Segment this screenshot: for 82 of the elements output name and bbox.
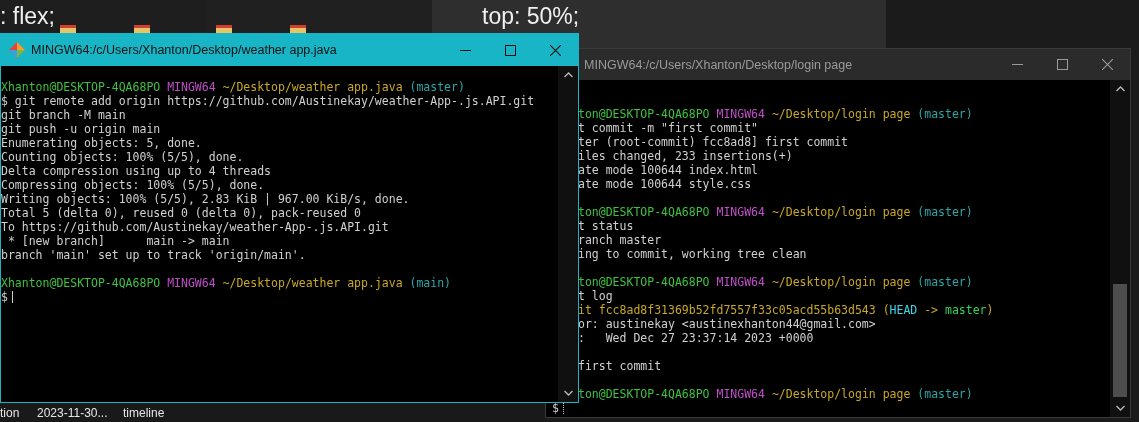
scroll-up-icon [1115, 86, 1125, 92]
terminal-text: Xhanton@DESKTOP-4QA68PO [1, 80, 161, 94]
terminal-text: MINGW64 [715, 205, 765, 219]
terminal-text: ate mode 100644 style.css [578, 177, 752, 191]
terminal-text: Total 5 (delta 0), reused 0 (delta 0), pack-reused 0 [1, 206, 362, 220]
terminal-text: -> [923, 303, 940, 317]
terminal-text: (master) [916, 387, 973, 401]
terminal-text: iles changed, 233 insertions(+) [578, 149, 793, 163]
terminal-text: Delta compression using up to 4 threads [1, 164, 272, 178]
terminal-text: ~/Desktop/login page [770, 387, 911, 401]
scrollbar-thumb[interactable] [1113, 284, 1127, 397]
terminal-text: ton@DESKTOP-4QA68PO [578, 387, 710, 401]
terminal-text: ton@DESKTOP-4QA68PO [578, 205, 710, 219]
scrollbar[interactable] [1110, 80, 1130, 417]
terminal-text: ton@DESKTOP-4QA68PO [578, 275, 710, 289]
terminal-text: Xhanton@DESKTOP-4QA68PO [1, 276, 161, 290]
terminal-text: ing to commit, working tree clean [578, 247, 807, 261]
text-cursor [11, 291, 13, 303]
terminal-text: t log [578, 289, 613, 303]
terminal-text: To https://github.com/Austinekay/weather-App-.js.API.git [1, 220, 389, 234]
terminal-text: Counting objects: 100% (5/5), done. [1, 150, 244, 164]
terminal-text: git branch -M main [1, 108, 126, 122]
terminal-text: master [944, 303, 987, 317]
scrollbar[interactable] [558, 66, 578, 402]
terminal-text: HEAD [889, 303, 918, 317]
terminal-text: (master) [916, 275, 973, 289]
terminal-text: ) [986, 303, 994, 317]
terminal-text: ton@DESKTOP-4QA68PO [578, 107, 710, 121]
terminal-text: ~/Desktop/login page [770, 107, 911, 121]
terminal-text: $ git remote add origin https://github.com/Austinekay/weather-App-.js.API.git [1, 94, 535, 108]
terminal-text: git push -u origin main [1, 122, 161, 136]
text-cursor [562, 402, 564, 414]
terminal-text: ~/Desktop/login page [770, 275, 911, 289]
maximize-icon [1057, 59, 1068, 70]
terminal-text: * [new branch] main -> main [6, 234, 230, 248]
terminal-text: ~/Desktop/login page [770, 205, 911, 219]
terminal-text: ~/Desktop/weather app.java [221, 276, 403, 290]
diamond-logo-icon [9, 42, 25, 58]
terminal-text: first commit [578, 359, 662, 373]
prompt-symbol: $ [1, 290, 8, 304]
file-icon[interactable] [134, 25, 150, 33]
minimize-icon [460, 49, 471, 51]
terminal-text: Writing objects: 100% (5/5), 2.83 KiB | 967.00 KiB/s, done. [1, 192, 410, 206]
code-text: : flex; [0, 3, 55, 29]
scroll-down-icon [563, 390, 573, 396]
close-icon [1102, 59, 1113, 70]
terminal-text: branch 'main' set up to track 'origin/main'. [1, 248, 306, 262]
terminal-text: ate mode 100644 index.html [578, 163, 758, 177]
scroll-down-icon [1115, 405, 1125, 411]
prompt-symbol: $ [552, 401, 559, 415]
terminal-text: (main) [408, 276, 452, 290]
terminal-text: Compressing objects: 100% (5/5), done. [1, 178, 265, 192]
terminal-text: MINGW64 [715, 107, 765, 121]
terminal-text: ranch master [578, 233, 662, 247]
file-detail-text: timeline [123, 405, 166, 420]
terminal-text: ~/Desktop/weather app.java [221, 80, 403, 94]
file-icon[interactable] [60, 25, 76, 33]
terminal-text: MINGW64 [715, 387, 765, 401]
terminal-text: (master) [408, 80, 465, 94]
terminal-text: MINGW64 [166, 276, 216, 290]
scroll-up-icon [563, 72, 573, 78]
terminal-text: (master) [916, 107, 973, 121]
file-icon[interactable] [290, 25, 306, 33]
terminal-text: MINGW64 [715, 275, 765, 289]
window-title: MINGW64:/c/Users/Xhanton/Desktop/weather app.java [31, 43, 338, 57]
terminal-text: ter (root-commit) fcc8ad8] first commit [578, 135, 849, 149]
window-title: MINGW64:/c/Users/Xhanton/Desktop/login page [584, 57, 854, 72]
terminal-text: : Wed Dec 27 23:37:14 2023 +0000 [578, 331, 814, 345]
terminal-text: or: austinekay <austinexhanton44@gmail.com> [578, 317, 876, 331]
terminal-text: t status [578, 219, 634, 233]
maximize-icon [505, 44, 516, 56]
terminal-text: it fcc8ad8f31369b52fd7557f33c05acd55b63d543 ( [578, 303, 890, 317]
code-text: top: 50%; [482, 3, 580, 29]
file-detail-text: tion [0, 405, 21, 420]
minimize-icon [1012, 64, 1023, 65]
file-detail-text: 2023-11-30... [37, 405, 109, 420]
terminal-text: MINGW64 [166, 80, 216, 94]
file-icon[interactable] [216, 25, 232, 33]
terminal-text: Enumerating objects: 5, done. [1, 136, 202, 150]
terminal-text: t commit -m "first commit" [578, 121, 758, 135]
terminal-text: (master) [916, 205, 973, 219]
close-icon [550, 44, 561, 56]
